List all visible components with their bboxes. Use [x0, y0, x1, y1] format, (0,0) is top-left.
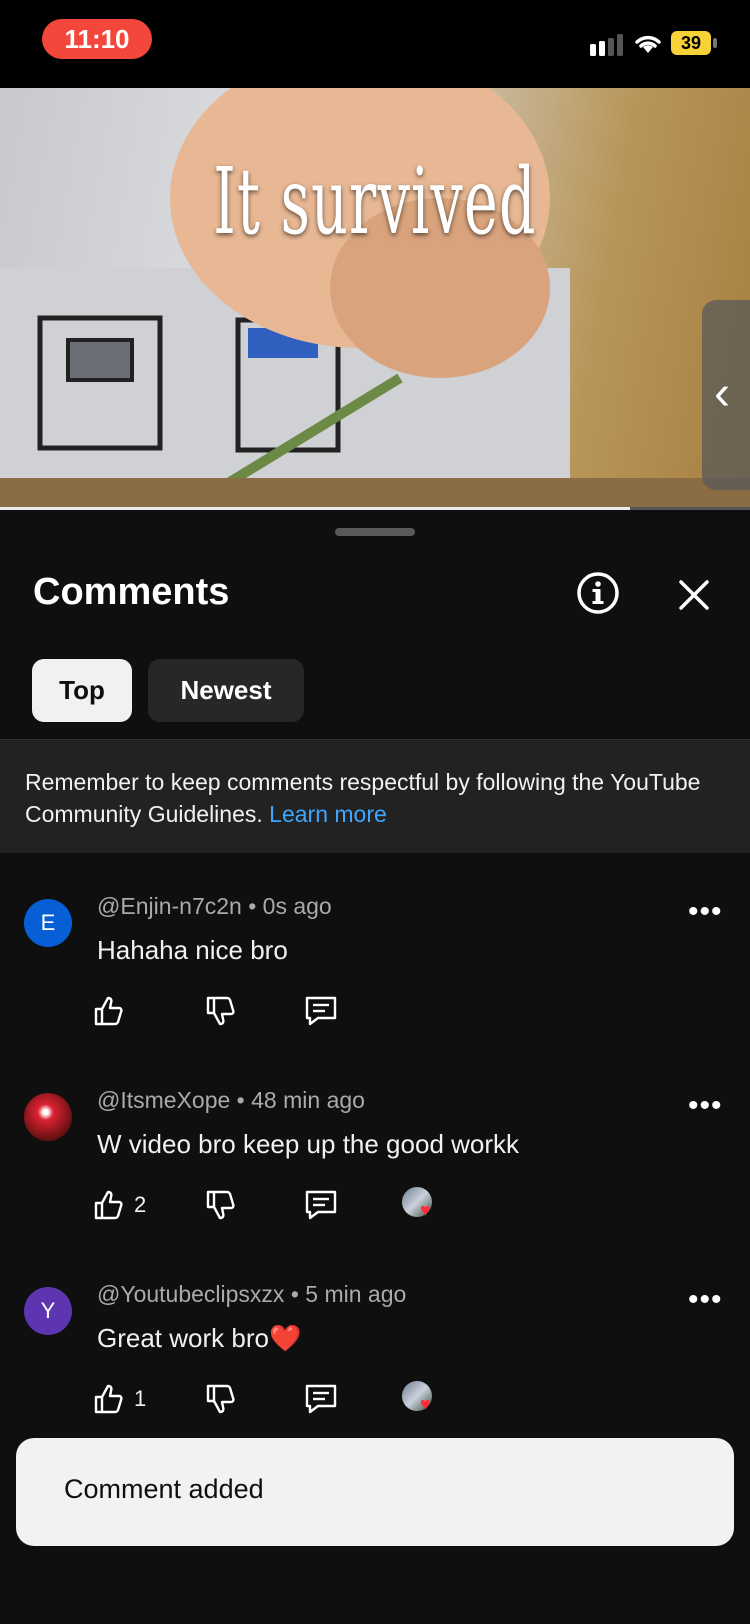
- reply-icon: [305, 1384, 337, 1414]
- comment-author[interactable]: @Youtubeclipsxzx: [97, 1281, 284, 1307]
- heart-icon: ♥: [420, 1200, 431, 1220]
- comment-item: Y @Youtubeclipsxzx • 5 min ago Great wor…: [0, 1279, 750, 1459]
- battery-indicator: 39: [671, 31, 711, 55]
- comment-time: 48 min ago: [251, 1087, 365, 1113]
- comment-meta: @Youtubeclipsxzx • 5 min ago: [97, 1281, 407, 1307]
- community-guidelines-banner: Remember to keep comments respectful by …: [0, 739, 750, 853]
- tab-newest[interactable]: Newest: [148, 659, 304, 722]
- toast-message: Comment added: [64, 1474, 264, 1504]
- dislike-button[interactable]: [204, 1183, 238, 1227]
- comment-author[interactable]: @ItsmeXope: [97, 1087, 230, 1113]
- comment-time: 5 min ago: [305, 1281, 407, 1307]
- status-time: 11:10: [42, 19, 152, 59]
- video-progress-bar[interactable]: [0, 507, 750, 510]
- cellular-signal-icon: [590, 34, 623, 56]
- like-button[interactable]: 2: [92, 1183, 146, 1227]
- video-caption: It survived: [213, 148, 537, 255]
- reply-button[interactable]: [304, 989, 338, 1033]
- comments-title: Comments: [33, 571, 230, 613]
- comment-meta: @ItsmeXope • 48 min ago: [97, 1087, 365, 1113]
- battery-nub: [713, 38, 717, 48]
- creator-heart-badge: ♥: [402, 1381, 436, 1415]
- comment-actions: 1 ♥: [92, 1377, 492, 1421]
- side-panel-handle[interactable]: ‹: [702, 300, 750, 490]
- avatar[interactable]: E: [24, 899, 72, 947]
- comment-text: Great work bro❤️: [97, 1323, 302, 1353]
- close-icon[interactable]: [678, 579, 710, 611]
- reply-button[interactable]: [304, 1183, 338, 1227]
- comment-meta: @Enjin-n7c2n • 0s ago: [97, 893, 332, 919]
- learn-more-link[interactable]: Learn more: [269, 801, 387, 827]
- video-progress-fill: [0, 507, 630, 510]
- thumbs-up-icon: [94, 1384, 123, 1414]
- reply-button[interactable]: [304, 1377, 338, 1421]
- reply-icon: [305, 996, 337, 1026]
- video-player[interactable]: It survived ‹: [0, 88, 750, 508]
- comment-text: W video bro keep up the good workk: [97, 1129, 520, 1159]
- more-options-icon[interactable]: •••: [688, 1089, 723, 1123]
- like-button[interactable]: [92, 989, 134, 1033]
- info-icon[interactable]: [576, 571, 620, 615]
- sheet-drag-handle[interactable]: [335, 528, 415, 536]
- wifi-icon: [635, 35, 661, 53]
- avatar[interactable]: Y: [24, 1287, 72, 1335]
- more-options-icon[interactable]: •••: [688, 1283, 723, 1317]
- comment-text: Hahaha nice bro: [97, 935, 288, 965]
- thumbs-down-icon: [206, 1190, 235, 1220]
- reply-icon: [305, 1190, 337, 1220]
- toast-snackbar: Comment added: [16, 1438, 734, 1546]
- thumbs-up-icon: [94, 1190, 123, 1220]
- comment-item: E @Enjin-n7c2n • 0s ago Hahaha nice bro …: [0, 891, 750, 1071]
- dislike-button[interactable]: [204, 1377, 238, 1421]
- dislike-button[interactable]: [204, 989, 238, 1033]
- like-count: 2: [134, 1192, 147, 1217]
- like-button[interactable]: 1: [92, 1377, 146, 1421]
- thumbs-down-icon: [206, 1384, 235, 1414]
- chevron-left-icon: ‹: [714, 367, 730, 420]
- avatar[interactable]: [24, 1093, 72, 1141]
- comment-author[interactable]: @Enjin-n7c2n: [97, 893, 242, 919]
- tab-top[interactable]: Top: [32, 659, 132, 722]
- comment-item: @ItsmeXope • 48 min ago W video bro keep…: [0, 1085, 750, 1265]
- creator-heart-badge: ♥: [402, 1187, 436, 1221]
- thumbs-down-icon: [206, 996, 235, 1026]
- status-bar: 11:10 39: [0, 0, 750, 88]
- guidelines-text: Remember to keep comments respectful by …: [25, 766, 725, 830]
- heart-icon: ♥: [420, 1394, 431, 1414]
- like-count: 1: [134, 1386, 147, 1411]
- more-options-icon[interactable]: •••: [688, 895, 723, 929]
- thumbs-up-icon: [94, 996, 123, 1026]
- comment-actions: [92, 989, 492, 1033]
- comment-actions: 2 ♥: [92, 1183, 492, 1227]
- comment-time: 0s ago: [262, 893, 332, 919]
